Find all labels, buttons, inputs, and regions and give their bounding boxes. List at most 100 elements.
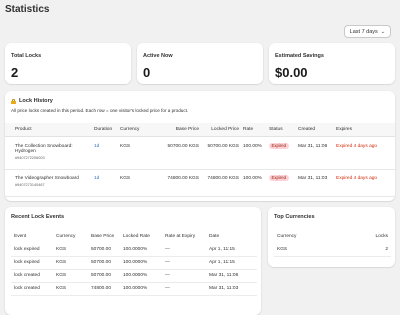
base-price-cell: 50700.00 KGS xyxy=(155,136,201,170)
created-cell: Mar 31, 11:03 xyxy=(296,169,334,197)
rate-cell: 100.00% xyxy=(241,136,267,170)
table-header-row: Product Duration Currency Base Price Loc… xyxy=(5,123,395,137)
stat-label: Total Locks xyxy=(11,53,42,59)
locked-rate-cell: 100.0000% xyxy=(120,256,162,270)
col-locked-rate: Locked Rate xyxy=(123,234,150,239)
date-cell: Mar 31, 11:06 xyxy=(206,269,257,283)
recent-lock-events-card: Recent Lock Events Event Currency Base P… xyxy=(5,207,261,315)
col-currency: Currency xyxy=(277,234,297,239)
product-sku: #9407272206003 xyxy=(15,155,45,160)
col-base-price: Base Price xyxy=(155,123,201,137)
locked-rate-cell: 100.0000% xyxy=(120,282,162,296)
locks-cell: 2 xyxy=(341,243,391,257)
table-row[interactable]: lock created KGS 50700.00 100.0000% — Ma… xyxy=(11,269,257,283)
rate-cell: 100.00% xyxy=(241,169,267,197)
date-cell: Apr 1, 11:15 xyxy=(206,256,257,270)
base-price-cell: 50700.00 xyxy=(88,269,120,283)
table-row[interactable]: The Collection Snowboard: Hydrogen #9407… xyxy=(5,136,395,170)
currency-cell: KGS xyxy=(53,282,88,296)
rate-at-expiry-cell: — xyxy=(162,282,206,296)
base-price-cell: 74800.00 xyxy=(88,282,120,296)
status-cell: Expired xyxy=(267,136,296,170)
col-created: Created xyxy=(296,123,334,137)
recent-lock-events-title: Recent Lock Events xyxy=(11,214,65,220)
table-row[interactable]: KGS 2 xyxy=(274,243,391,257)
rate-at-expiry-cell: — xyxy=(162,256,206,270)
currencies-table: Currency Locks KGS 2 xyxy=(274,230,391,257)
table-row[interactable]: lock expired KGS 50700.00 100.0000% — Ap… xyxy=(11,243,257,257)
top-currencies-title: Top Currencies xyxy=(274,214,315,220)
lock-history-subtitle: All price locks created in this period. … xyxy=(11,108,189,113)
chevron-down-icon: ⌄ xyxy=(380,28,385,35)
table-row[interactable]: The Videographer Snowboard #940727314046… xyxy=(5,169,395,197)
rate-at-expiry-cell: — xyxy=(162,269,206,283)
table-header-row: Currency Locks xyxy=(274,230,391,243)
currency-cell: KGS xyxy=(118,169,155,197)
top-currencies-card: Top Currencies Currency Locks KGS 2 xyxy=(268,207,395,267)
event-cell: lock created xyxy=(11,282,53,296)
expires-cell: Expired 4 days ago xyxy=(334,169,395,197)
rate-at-expiry-cell: — xyxy=(162,243,206,257)
lock-history-table: Product Duration Currency Base Price Loc… xyxy=(5,123,395,197)
col-event: Event xyxy=(14,234,27,239)
col-expires: Expires xyxy=(334,123,395,137)
currency-cell: KGS xyxy=(53,256,88,270)
table-header-row: Event Currency Base Price Locked Rate Ra… xyxy=(11,230,257,243)
table-row[interactable]: lock expired KGS 50700.00 100.0000% — Ap… xyxy=(11,256,257,270)
col-locks: Locks xyxy=(375,234,388,239)
col-status: Status xyxy=(267,123,296,137)
lock-history-title-text: Lock History xyxy=(19,98,53,104)
lock-history-card: Lock History All price locks created in … xyxy=(5,91,395,201)
table-row[interactable]: lock created KGS 74800.00 100.0000% — Ma… xyxy=(11,282,257,296)
created-cell: Mar 31, 11:06 xyxy=(296,136,334,170)
col-product: Product xyxy=(5,123,92,137)
stat-card-estimated-savings: Estimated Savings $0.00 xyxy=(269,43,395,84)
locked-rate-cell: 100.0000% xyxy=(120,269,162,283)
date-cell: Apr 1, 11:15 xyxy=(206,243,257,257)
stat-value: 0 xyxy=(143,65,151,80)
status-badge: Expired xyxy=(269,174,289,181)
col-date: Date xyxy=(209,234,220,239)
stat-card-active-now: Active Now 0 xyxy=(137,43,263,84)
product-sku: #9407273140467 xyxy=(15,182,45,187)
duration-cell[interactable]: 1d xyxy=(92,169,118,197)
col-currency: Currency xyxy=(118,123,155,137)
base-price-cell: 50700.00 xyxy=(88,243,120,257)
base-price-cell: 74800.00 KGS xyxy=(155,169,201,197)
product-name: The Videographer Snowboard xyxy=(15,175,79,181)
currency-cell: KGS xyxy=(53,243,88,257)
stat-card-total-locks: Total Locks 2 xyxy=(5,43,131,84)
locked-rate-cell: 100.0000% xyxy=(120,243,162,257)
currency-cell: KGS xyxy=(274,243,342,257)
product-cell[interactable]: The Videographer Snowboard #940727314046… xyxy=(5,169,92,197)
locked-price-cell: 50700.00 KGS xyxy=(201,136,241,170)
status-badge: Expired xyxy=(269,142,289,149)
status-cell: Expired xyxy=(267,169,296,197)
date-range-select[interactable]: Last 7 days ⌄ xyxy=(343,25,391,38)
events-table: Event Currency Base Price Locked Rate Ra… xyxy=(11,230,257,296)
expires-cell: Expired 4 days ago xyxy=(334,136,395,170)
date-range-label: Last 7 days xyxy=(349,28,378,35)
event-cell: lock expired xyxy=(11,256,53,270)
stat-label: Estimated Savings xyxy=(275,53,324,59)
date-cell: Mar 31, 11:03 xyxy=(206,282,257,296)
col-locked-price: Locked Price xyxy=(201,123,241,137)
product-cell[interactable]: The Collection Snowboard: Hydrogen #9407… xyxy=(5,136,92,170)
event-cell: lock expired xyxy=(11,243,53,257)
page-title: Statistics xyxy=(5,4,50,15)
col-duration: Duration xyxy=(92,123,118,137)
event-cell: lock created xyxy=(11,269,53,283)
duration-cell[interactable]: 1d xyxy=(92,136,118,170)
currency-cell: KGS xyxy=(118,136,155,170)
stat-value: $0.00 xyxy=(275,65,308,80)
col-rate-at-expiry: Rate at Expiry xyxy=(165,234,196,239)
col-currency: Currency xyxy=(56,234,76,239)
col-rate: Rate xyxy=(241,123,267,137)
col-base-price: Base Price xyxy=(91,234,115,239)
stat-label: Active Now xyxy=(143,53,173,59)
locked-price-cell: 74800.00 KGS xyxy=(201,169,241,197)
product-name-variant: Hydrogen xyxy=(15,148,36,154)
lock-icon xyxy=(11,98,16,104)
currency-cell: KGS xyxy=(53,269,88,283)
base-price-cell: 50700.00 xyxy=(88,256,120,270)
